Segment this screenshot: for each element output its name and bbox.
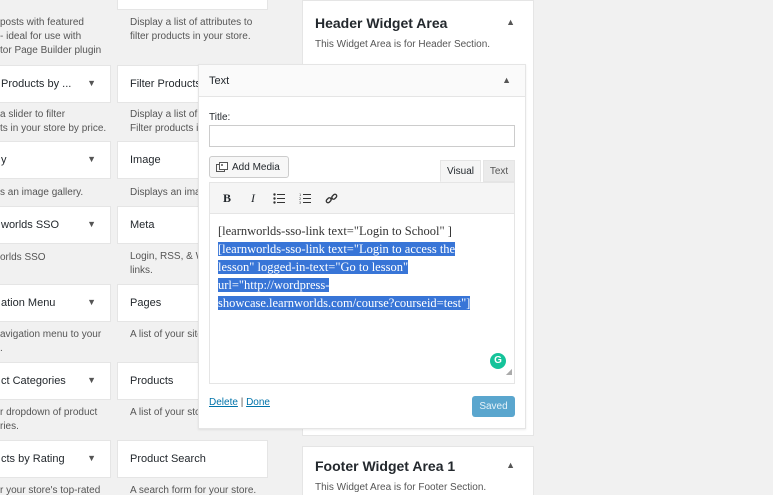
chevron-up-icon[interactable]: ▲ (502, 75, 511, 85)
title-input[interactable] (209, 125, 515, 147)
selected-line: lesson" logged-in-text="Go to lesson" (218, 260, 409, 274)
area-title: Header Widget Area (315, 15, 448, 31)
widget-navigation-menu[interactable]: ation Menu ▼ (0, 284, 111, 322)
widget-desc: avigation menu to your . (0, 329, 102, 354)
widget-product-search[interactable]: Product Search (117, 440, 268, 478)
text-widget-header[interactable]: Text ▲ (199, 65, 525, 97)
chevron-down-icon[interactable]: ▼ (87, 375, 96, 385)
widget-desc: A list of your site (130, 329, 203, 340)
widget-title: Products (130, 375, 174, 387)
area-desc: This Widget Area is for Footer Section. (315, 482, 487, 493)
resize-handle-icon[interactable]: ◢ (506, 363, 512, 381)
widget-title: ct Categories (1, 375, 66, 387)
chevron-down-icon[interactable]: ▼ (87, 154, 96, 164)
widget-title: Product Search (130, 453, 206, 465)
widget-title: Products by ... (1, 78, 72, 90)
widget-desc: r dropdown of product ries. (0, 407, 98, 432)
bold-icon[interactable]: B (216, 187, 238, 209)
editor-selected-text: [learnworlds-sso-link text="Login to acc… (218, 240, 506, 312)
widget-desc: orlds SSO (0, 252, 46, 263)
area-title: Footer Widget Area 1 (315, 458, 456, 474)
chevron-down-icon[interactable]: ▼ (87, 297, 96, 307)
widget-gallery[interactable]: y ▼ (0, 141, 111, 179)
widget-title: Meta (130, 219, 155, 231)
editor-line: [learnworlds-sso-link text="Login to Sch… (218, 224, 452, 238)
add-media-label: Add Media (232, 161, 280, 173)
add-media-icon (216, 161, 228, 172)
numbered-list-icon[interactable]: 123 (294, 187, 316, 209)
widget-title: ation Menu (1, 297, 56, 309)
widget-title: Filter Products (130, 78, 201, 90)
widget-desc: posts with featured - ideal for use with… (0, 17, 102, 56)
widget-learnworlds-sso[interactable]: worlds SSO ▼ (0, 206, 111, 244)
delete-link[interactable]: Delete (209, 397, 238, 408)
widget-title: Text (209, 75, 230, 87)
bullet-list-icon[interactable] (268, 187, 290, 209)
widget-products-by-price[interactable]: Products by ... ▼ (0, 65, 111, 103)
add-media-button[interactable]: Add Media (209, 156, 289, 178)
italic-icon[interactable]: I (242, 187, 264, 209)
chevron-down-icon[interactable]: ▼ (87, 219, 96, 229)
widget-desc: a slider to filter ts in your store by p… (0, 109, 107, 134)
widget-title: Pages (130, 297, 162, 309)
widget-title: cts by Rating (1, 453, 65, 465)
tab-text[interactable]: Text (483, 160, 515, 182)
selected-line: showcase.learnworlds.com/course?courseid… (218, 296, 471, 310)
widget-desc: A search form for your store. (130, 485, 257, 495)
widget-product-categories[interactable]: ct Categories ▼ (0, 362, 111, 400)
visual-editor[interactable]: [learnworlds-sso-link text="Login to Sch… (209, 214, 515, 384)
widget-desc: Display a list of attributes to filter p… (130, 17, 253, 42)
widget-desc: A list of your sto (130, 407, 201, 418)
widget-title: worlds SSO (1, 219, 60, 231)
widget-attribute-filter[interactable] (117, 0, 268, 10)
chevron-up-icon[interactable]: ▲ (506, 17, 515, 27)
chevron-down-icon[interactable]: ▼ (87, 78, 96, 88)
widget-desc: r your store's top-rated (0, 485, 101, 495)
widget-desc: Displays an ima (130, 187, 201, 198)
widget-title: y (1, 154, 7, 166)
title-label: Title: (209, 112, 231, 123)
widget-products-by-rating[interactable]: cts by Rating ▼ (0, 440, 111, 478)
selected-line: url="http://wordpress- (218, 278, 330, 292)
grammarly-icon[interactable]: G (490, 353, 506, 369)
selected-line: [learnworlds-sso-link text="Login to acc… (218, 242, 456, 256)
widget-desc: Login, RSS, & W links. (130, 251, 205, 276)
chevron-up-icon[interactable]: ▲ (506, 460, 515, 470)
svg-text:3: 3 (299, 201, 301, 204)
footer-widget-area: Footer Widget Area 1 ▲ This Widget Area … (302, 446, 534, 495)
widget-title: Image (130, 154, 161, 166)
widget-desc: s an image gallery. (0, 187, 84, 198)
editor-toolbar: B I 123 (209, 182, 515, 214)
saved-button[interactable]: Saved (472, 396, 515, 417)
chevron-down-icon[interactable]: ▼ (87, 453, 96, 463)
separator: | (240, 397, 244, 408)
done-link[interactable]: Done (246, 397, 270, 408)
tab-visual[interactable]: Visual (440, 160, 481, 182)
widget-desc: Display a list of s Filter products in (130, 109, 205, 134)
link-icon[interactable] (320, 187, 342, 209)
text-widget: Text ▲ Title: Add Media Visual Text B I … (198, 64, 526, 429)
area-desc: This Widget Area is for Header Section. (315, 39, 491, 50)
widget-actions: Delete | Done (209, 397, 270, 408)
